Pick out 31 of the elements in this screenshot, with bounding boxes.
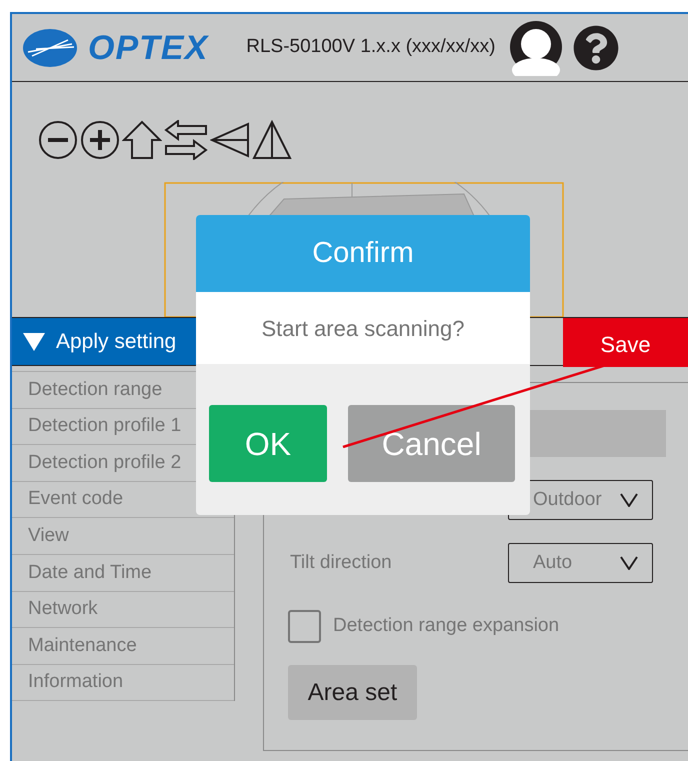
help-icon[interactable] [573,24,620,70]
dropdown[interactable]: Auto [508,543,653,583]
sidebar-item[interactable]: View [12,517,234,555]
zoom-in-icon[interactable] [80,120,120,160]
triangle-icon[interactable] [210,120,250,160]
version-title: RLS-50100V 1.x.x (xxx/xx/xx) [246,35,496,60]
checkbox-label: Detection range expansion [333,614,560,638]
sidebar-item[interactable]: Maintenance [12,627,234,665]
ok-button[interactable]: OK [209,405,327,482]
field-label: Tilt direction [289,550,393,575]
user-icon[interactable] [509,20,564,76]
area-set-button[interactable]: Area set [288,665,417,720]
logo-text: OPTEX [88,30,208,64]
caret-icon [620,556,638,570]
sidebar-item[interactable]: Network [12,590,234,628]
zoom-out-icon[interactable] [38,120,78,160]
dialog-title: Confirm [196,215,530,292]
swap-arrows-icon[interactable] [164,120,208,160]
sidebar-item[interactable]: Information [12,664,234,702]
triangle-down-icon [22,332,46,352]
home-icon[interactable] [122,120,162,160]
logo-icon [22,28,78,68]
save-button[interactable]: Save [563,318,688,367]
checkbox[interactable] [288,610,321,643]
cancel-button[interactable]: Cancel [348,405,515,482]
text-field[interactable] [530,410,666,457]
caret-icon [620,493,638,507]
split-triangle-icon[interactable] [252,120,292,160]
settings-bar-label: Apply setting [56,328,176,355]
dialog-message: Start area scanning? [196,292,530,364]
sidebar-item[interactable]: Date and Time [12,554,234,592]
